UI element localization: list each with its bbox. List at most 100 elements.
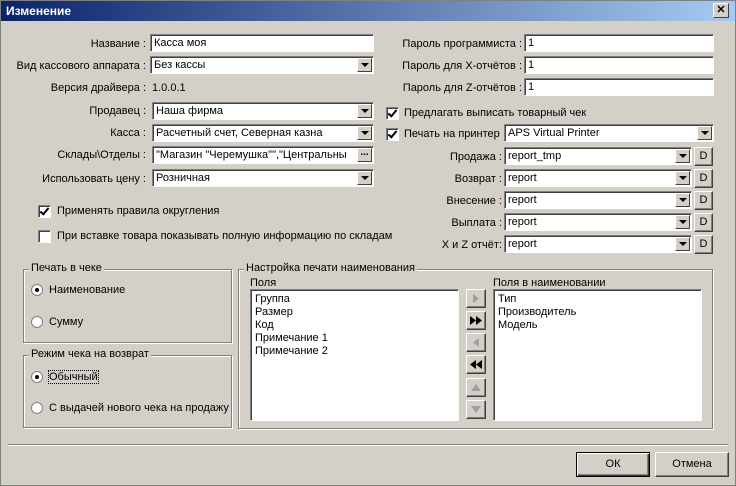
name-fields-label: Поля в наименовании [493, 277, 606, 289]
bottom-separator [8, 444, 728, 446]
return-mode-title: Режим чека на возврат [29, 348, 151, 360]
name-label: Название : [90, 38, 146, 50]
rounding-label: Применять правила округления [57, 205, 220, 217]
return-normal-radio[interactable] [31, 371, 43, 383]
print-to-printer-label: Печать на принтер [404, 128, 500, 140]
fields-label: Поля [250, 277, 277, 289]
move-all-right-button[interactable] [466, 311, 486, 330]
list-item[interactable]: Размер [255, 306, 293, 318]
print-in-receipt-group [23, 269, 232, 343]
chevron-down-icon[interactable] [357, 126, 372, 140]
price-value: Розничная [156, 172, 210, 184]
report-payout-select[interactable]: report [504, 213, 692, 231]
arrow-right-icon [473, 294, 479, 303]
chevron-down-icon[interactable] [357, 58, 372, 72]
cancel-button[interactable]: Отмена [655, 452, 729, 477]
cash-select[interactable]: Расчетный счет, Северная казна [152, 124, 374, 142]
offer-receipt-checkbox[interactable] [386, 107, 399, 120]
list-item[interactable]: Тип [498, 293, 516, 305]
list-item[interactable]: Группа [255, 293, 290, 305]
return-new-receipt-radio[interactable] [31, 402, 43, 414]
chevron-down-icon[interactable] [675, 237, 690, 251]
warehouses-input[interactable]: "Магазин "Черемушка"","Центральны ... [152, 146, 374, 164]
name-input[interactable]: Касса моя [150, 34, 374, 52]
driver-version-label: Версия драйвера : [50, 82, 146, 94]
x-password-input[interactable]: 1 [524, 56, 714, 74]
report-xz-value: report [508, 238, 537, 250]
name-print-title: Настройка печати наименования [244, 262, 417, 274]
report-return-design-button[interactable]: D [694, 169, 713, 188]
warehouses-value: "Магазин "Черемушка"","Центральны [156, 149, 347, 161]
cash-value: Расчетный счет, Северная казна [156, 127, 323, 139]
name-fields-list[interactable]: Тип Производитель Модель [493, 289, 702, 421]
report-xz-select[interactable]: report [504, 235, 692, 253]
offer-receipt-label: Предлагать выписать товарный чек [404, 107, 587, 119]
full-info-label: При вставке товара показывать полную инф… [57, 230, 393, 242]
report-xz-design-button[interactable]: D [694, 235, 713, 254]
move-up-button[interactable] [466, 378, 486, 397]
close-icon[interactable]: ✕ [713, 3, 729, 18]
return-new-receipt-label: С выдачей нового чека на продажу [49, 402, 229, 414]
arrow-left-icon [473, 338, 479, 347]
move-left-button[interactable] [466, 333, 486, 352]
chevron-down-icon[interactable] [675, 149, 690, 163]
print-to-printer-checkbox[interactable] [386, 128, 399, 141]
print-name-label: Наименование [49, 284, 126, 296]
price-select[interactable]: Розничная [152, 169, 374, 187]
printer-value: APS Virtual Printer [508, 127, 600, 139]
move-all-left-button[interactable] [466, 355, 486, 374]
name-value: Касса моя [154, 37, 207, 49]
chevron-down-icon[interactable] [357, 104, 372, 118]
print-sum-radio[interactable] [31, 316, 43, 328]
list-item[interactable]: Примечание 1 [255, 332, 328, 344]
report-deposit-label: Внесение : [446, 195, 502, 207]
chevron-down-icon[interactable] [675, 171, 690, 185]
seller-select[interactable]: Наша фирма [152, 102, 374, 120]
x-password-label: Пароль для X-отчётов : [402, 60, 522, 72]
list-item[interactable]: Производитель [498, 306, 576, 318]
return-normal-label: Обычный [48, 370, 99, 384]
return-mode-group [23, 355, 232, 428]
move-down-button[interactable] [466, 400, 486, 419]
window-title: Изменение [6, 4, 72, 18]
fields-list[interactable]: Группа Размер Код Примечание 1 Примечани… [250, 289, 459, 421]
chevron-down-icon[interactable] [675, 215, 690, 229]
report-sale-value: report_tmp [508, 150, 562, 162]
z-password-input[interactable]: 1 [524, 78, 714, 96]
chevron-down-icon[interactable] [675, 193, 690, 207]
programmer-password-input[interactable]: 1 [524, 34, 714, 52]
programmer-password-value: 1 [528, 37, 535, 49]
ellipsis-button[interactable]: ... [357, 148, 372, 162]
list-item[interactable]: Примечание 2 [255, 345, 328, 357]
report-return-value: report [508, 172, 537, 184]
report-deposit-select[interactable]: report [504, 191, 692, 209]
device-type-select[interactable]: Без кассы [150, 56, 374, 74]
driver-version-value: 1.0.0.1 [152, 82, 186, 94]
full-info-checkbox[interactable] [38, 230, 51, 243]
report-sale-select[interactable]: report_tmp [504, 147, 692, 165]
report-payout-value: report [508, 216, 537, 228]
report-return-select[interactable]: report [504, 169, 692, 187]
device-type-value: Без кассы [154, 59, 206, 71]
printer-select[interactable]: APS Virtual Printer [504, 124, 714, 142]
print-name-radio[interactable] [31, 284, 43, 296]
report-deposit-value: report [508, 194, 537, 206]
programmer-password-label: Пароль программиста : [402, 38, 522, 50]
chevron-down-icon[interactable] [357, 171, 372, 185]
ok-button[interactable]: ОК [576, 452, 650, 477]
report-deposit-design-button[interactable]: D [694, 191, 713, 210]
device-type-label: Вид кассового аппарата : [16, 60, 146, 72]
print-in-receipt-title: Печать в чеке [29, 262, 104, 274]
arrow-down-icon [471, 406, 481, 413]
chevron-down-icon[interactable] [697, 126, 712, 140]
move-right-button[interactable] [466, 289, 486, 308]
price-label: Использовать цену : [42, 173, 146, 185]
cash-label: Касса : [110, 127, 146, 139]
list-item[interactable]: Модель [498, 319, 537, 331]
report-sale-design-button[interactable]: D [694, 147, 713, 166]
list-item[interactable]: Код [255, 319, 274, 331]
report-payout-design-button[interactable]: D [694, 213, 713, 232]
rounding-checkbox[interactable] [38, 205, 51, 218]
report-sale-label: Продажа : [449, 151, 502, 163]
x-password-value: 1 [528, 59, 535, 71]
